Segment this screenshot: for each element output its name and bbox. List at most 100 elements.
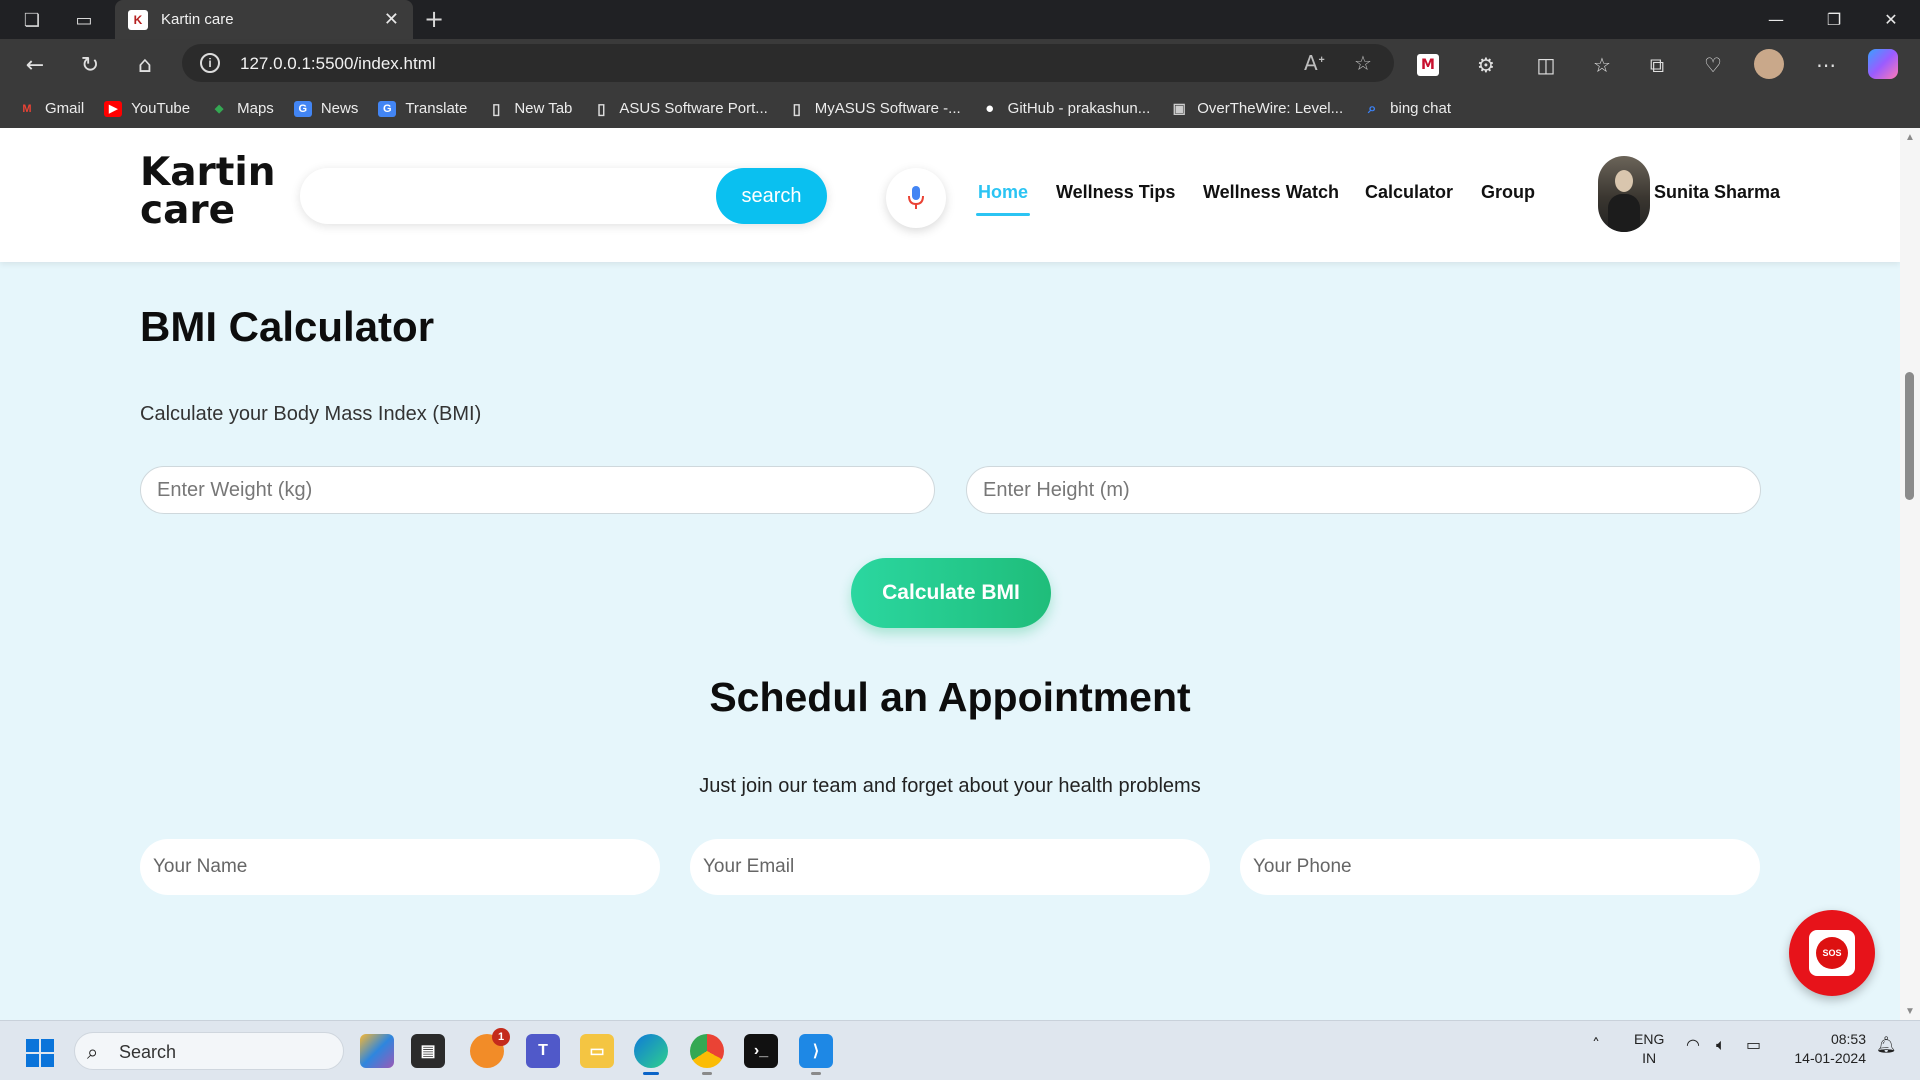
home-icon[interactable]: ⌂ [130,50,160,80]
favorites-icon[interactable]: ☆ [1588,51,1616,79]
search-icon: ⌕ [87,1040,99,1064]
nav-group[interactable]: Group [1481,182,1535,203]
more-menu-icon[interactable]: ⋯ [1812,51,1840,79]
bookmark-myasus-software[interactable]: ▯ MyASUS Software -... [788,100,961,118]
nav-wellness-watch[interactable]: Wellness Watch [1203,182,1339,203]
url-text[interactable]: 127.0.0.1:5500/index.html [240,54,436,74]
bookmark-label: bing chat [1390,100,1452,117]
region-code: IN [1642,1050,1657,1066]
notifications-bell-icon[interactable]: 🔔︎ [1876,1035,1896,1054]
language-code: ENG [1634,1031,1665,1047]
bookmark-label: News [320,100,359,117]
page-scrollbar[interactable]: ▲ ▼ [1900,128,1920,1020]
nav-wellness-tips[interactable]: Wellness Tips [1056,182,1175,203]
site-header: Kartin care search Home Wellness Tips We… [0,128,1900,262]
avatar-body [1608,194,1640,232]
bookmark-news[interactable]: G News [293,100,359,117]
tab-kartin-care[interactable]: K Kartin care ✕ [115,0,413,39]
name-input[interactable] [140,839,660,895]
search-input[interactable] [320,178,700,214]
site-info-icon[interactable]: i [200,53,220,73]
bookmark-gmail[interactable]: M Gmail [18,100,84,117]
bookmarks-bar: M Gmail ▶ YouTube ◆ Maps G News G Translate ▯… [0,89,1920,128]
sos-label: SOS [1816,937,1848,969]
chrome-icon[interactable] [690,1034,724,1075]
search-button[interactable]: search [716,168,827,224]
copilot-icon[interactable] [1868,49,1898,79]
new-tab-icon[interactable]: + [422,5,446,33]
teams-icon[interactable]: T [526,1034,560,1068]
battery-icon[interactable]: ▭ [1746,1035,1761,1054]
vscode-icon[interactable]: ⟩ [799,1034,833,1075]
bookmark-new-tab[interactable]: ▯ New Tab [487,100,572,118]
active-app-indicator [643,1072,659,1075]
minimize-icon[interactable]: — [1747,0,1805,39]
scroll-down-icon[interactable]: ▼ [1905,1006,1915,1017]
bmi-subtitle: Calculate your Body Mass Index (BMI) [140,403,482,425]
wifi-icon[interactable]: ◠ [1686,1035,1700,1054]
file-explorer-icon[interactable]: ▭ [580,1034,614,1068]
bing-icon: ⌕ [1367,100,1377,117]
browser-tab-bar: ❏ ▭ K Kartin care ✕ + — ❐ ✕ [0,0,1920,39]
windows-start-icon[interactable] [26,1039,54,1067]
language-indicator[interactable]: ENG IN [1634,1030,1664,1068]
extension-mcafee-icon[interactable]: M [1417,54,1439,76]
favorite-star-icon[interactable]: ☆ [1354,51,1372,75]
back-icon[interactable]: ← [20,50,50,80]
bookmark-maps[interactable]: ◆ Maps [210,100,274,117]
bookmark-overthewire[interactable]: ▣ OverTheWire: Level... [1170,100,1344,117]
height-input[interactable] [966,466,1761,514]
volume-icon[interactable]: 🔈︎ [1716,1035,1726,1055]
scroll-thumb[interactable] [1905,372,1914,500]
reload-icon[interactable]: ↻ [75,50,105,80]
scroll-up-icon[interactable]: ▲ [1905,132,1915,143]
email-input[interactable] [690,839,1210,895]
user-name[interactable]: Sunita Sharma [1654,182,1780,203]
extensions-icon[interactable]: ⚙ [1472,51,1500,79]
browser-essentials-icon[interactable]: ♡ [1699,51,1727,79]
nav-home[interactable]: Home [978,182,1028,203]
workspaces-icon[interactable]: ❏ [20,8,44,32]
firefox-icon[interactable]: 1 [470,1028,510,1068]
bookmark-asus-software-portal[interactable]: ▯ ASUS Software Port... [592,100,768,118]
nav-calculator[interactable]: Calculator [1365,182,1453,203]
overthewire-icon: ▣ [1172,100,1186,116]
page-icon: ▯ [792,100,801,118]
youtube-icon: ▶ [104,100,123,117]
close-tab-icon[interactable]: ✕ [384,9,399,30]
bookmark-translate[interactable]: G Translate [378,100,467,117]
system-clock[interactable]: 08:53 14-01-2024 [1784,1030,1866,1068]
show-hidden-icons-icon[interactable]: ˄ [1592,1035,1600,1054]
file-manager-app-icon[interactable]: ▤ [411,1034,445,1068]
sos-button[interactable]: SOS [1789,910,1875,996]
split-screen-icon[interactable]: ◫ [1532,51,1560,79]
collections-icon[interactable]: ⧉ [1643,51,1671,79]
bookmark-bing-chat[interactable]: ⌕ bing chat [1363,100,1451,117]
bookmark-label: OverTheWire: Level... [1197,100,1344,117]
running-app-indicator [811,1072,821,1075]
appointment-subtitle: Just join our team and forget about your… [699,775,1201,797]
bookmark-label: YouTube [131,100,191,117]
close-window-icon[interactable]: ✕ [1862,0,1920,39]
calculate-bmi-button[interactable]: Calculate BMI [851,558,1051,628]
bookmark-youtube[interactable]: ▶ YouTube [104,100,190,117]
site-logo[interactable]: Kartin care [140,153,280,230]
restore-icon[interactable]: ❐ [1805,0,1863,39]
translate-icon: G [378,100,397,117]
address-bar[interactable]: i 127.0.0.1:5500/index.html Aᐩ ☆ [182,44,1394,82]
terminal-icon[interactable]: ›_ [744,1034,778,1068]
read-aloud-icon[interactable]: Aᐩ [1304,51,1325,75]
page-icon: ▯ [597,100,606,118]
edge-icon[interactable] [634,1034,668,1075]
bookmark-github[interactable]: ● GitHub - prakashun... [981,100,1151,117]
copilot-preview-icon[interactable] [360,1034,394,1068]
user-avatar[interactable] [1598,156,1650,232]
weight-input[interactable] [140,466,935,514]
profile-avatar-icon[interactable] [1754,49,1784,79]
tab-actions-icon[interactable]: ▭ [72,8,96,32]
taskbar-search[interactable]: ⌕ Search [74,1032,344,1070]
phone-input[interactable] [1240,839,1760,895]
microphone-icon [908,186,924,209]
voice-search-button[interactable] [886,168,946,228]
bookmark-label: GitHub - prakashun... [1007,100,1151,117]
